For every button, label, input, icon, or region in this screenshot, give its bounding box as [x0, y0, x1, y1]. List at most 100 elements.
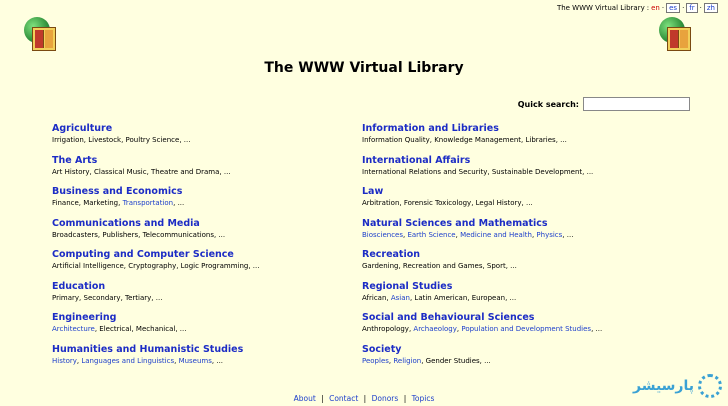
- subtopic-link[interactable]: Earth Science: [407, 231, 455, 239]
- watermark: پارسیشر: [633, 374, 722, 398]
- page-title: The WWW Virtual Library: [264, 60, 464, 76]
- category-business-and-economics: Business and Economics Finance, Marketing…: [52, 186, 352, 218]
- category-link-agriculture[interactable]: Agriculture: [52, 123, 352, 135]
- footer: About | Contact | Donors | Topics: [293, 394, 435, 403]
- category-link-natural-sciences-and-mathematics[interactable]: Natural Sciences and Mathematics: [362, 218, 662, 230]
- category-natural-sciences-and-mathematics: Natural Sciences and Mathematics Bioscien…: [362, 218, 662, 250]
- subtopic-link[interactable]: Biosciences: [362, 231, 403, 239]
- category-link-computing-and-computer-science[interactable]: Computing and Computer Science: [52, 249, 352, 261]
- subtopic-text: Gardening, Recreation and Games, Sport, …: [362, 262, 517, 270]
- category-subtopics: Architecture, Electrical, Mechanical, ..…: [52, 324, 352, 335]
- book-icon: [667, 27, 691, 51]
- site-name: The WWW Virtual Library: [556, 4, 645, 12]
- category-link-humanities-and-humanistic-studies[interactable]: Humanities and Humanistic Studies: [52, 344, 352, 356]
- subtopic-link[interactable]: Transportation: [123, 199, 174, 207]
- subtopic-text: Arbitration, Forensic Toxicology, Legal …: [362, 199, 533, 207]
- category-subtopics: Anthropology, Archaeology, Population an…: [362, 324, 662, 335]
- category-link-society[interactable]: Society: [362, 344, 662, 356]
- watermark-text: پارسیشر: [632, 378, 694, 394]
- subtopic-text: Finance, Marketing,: [52, 199, 123, 207]
- subtopic-text: , ...: [591, 325, 603, 333]
- subtopic-link[interactable]: Religion: [393, 357, 421, 365]
- subtopic-link[interactable]: History: [52, 357, 77, 365]
- category-subtopics: African, Asian, Latin American, European…: [362, 293, 662, 304]
- category-subtopics: Gardening, Recreation and Games, Sport, …: [362, 261, 662, 272]
- category-link-business-and-economics[interactable]: Business and Economics: [52, 186, 352, 198]
- subtopic-link[interactable]: Museums: [179, 357, 212, 365]
- category-subtopics: Information Quality, Knowledge Managemen…: [362, 135, 662, 146]
- subtopic-text: Irrigation, Livestock, Poultry Science, …: [52, 136, 191, 144]
- category-subtopics: Finance, Marketing, Transportation, ...: [52, 198, 352, 209]
- subtopic-link[interactable]: Asian: [391, 294, 410, 302]
- footer-topics-link[interactable]: Topics: [412, 394, 435, 403]
- category-education: Education Primary, Secondary, Tertiary, .…: [52, 281, 352, 313]
- subtopic-text: Information Quality, Knowledge Managemen…: [362, 136, 567, 144]
- category-regional-studies: Regional Studies African, Asian, Latin Am…: [362, 281, 662, 313]
- book-icon: [32, 27, 56, 51]
- category-subtopics: Primary, Secondary, Tertiary, ...: [52, 293, 352, 304]
- category-link-education[interactable]: Education: [52, 281, 352, 293]
- category-social-and-behavioural-sciences: Social and Behavioural Sciences Anthropol…: [362, 312, 662, 344]
- category-engineering: Engineering Architecture, Electrical, Mec…: [52, 312, 352, 344]
- category-humanities-and-humanistic-studies: Humanities and Humanistic Studies History…: [52, 344, 352, 376]
- subtopic-text: Art History, Classical Music, Theatre an…: [52, 167, 231, 176]
- subtopic-link[interactable]: Medicine and Health: [460, 231, 532, 239]
- quick-search-label: Quick search:: [517, 99, 579, 109]
- category-link-international-affairs[interactable]: International Affairs: [362, 155, 662, 167]
- category-information-and-libraries: Information and Libraries Information Qua…: [362, 123, 662, 155]
- subtopic-link[interactable]: Physics: [536, 231, 562, 239]
- category-link-engineering[interactable]: Engineering: [52, 312, 352, 324]
- language-zh-link[interactable]: zh: [703, 3, 718, 13]
- subtopic-text: African,: [362, 293, 391, 302]
- category-column-right: Information and Libraries Information Qua…: [362, 123, 662, 375]
- language-fr-link[interactable]: fr: [686, 3, 698, 13]
- category-link-the-arts[interactable]: The Arts: [52, 155, 352, 167]
- category-recreation: Recreation Gardening, Recreation and Game…: [362, 249, 662, 281]
- subtopic-text: , Gender Studies, ...: [421, 356, 491, 365]
- subtopic-text: Broadcasters, Publishers, Telecommunicat…: [52, 230, 226, 239]
- quick-search-input[interactable]: [583, 97, 690, 111]
- subtopic-text: Anthropology,: [362, 325, 414, 333]
- category-link-information-and-libraries[interactable]: Information and Libraries: [362, 123, 662, 135]
- subtopic-text: , ...: [211, 356, 224, 365]
- footer-donors-link[interactable]: Donors: [372, 394, 399, 403]
- subtopic-text: , ...: [173, 199, 185, 207]
- category-law: Law Arbitration, Forensic Toxicology, Leg…: [362, 186, 662, 218]
- category-link-recreation[interactable]: Recreation: [362, 249, 662, 261]
- category-agriculture: Agriculture Irrigation, Livestock, Poultr…: [52, 123, 352, 155]
- language-bar: The WWW Virtual Library : en · es · fr ·…: [557, 3, 718, 13]
- subtopic-link[interactable]: Languages and Linguistics: [81, 357, 174, 365]
- subtopic-link[interactable]: Archaeology: [413, 325, 457, 333]
- subtopic-text: , Latin American, European, ...: [409, 293, 517, 302]
- category-communications-and-media: Communications and Media Broadcasters, Pu…: [52, 218, 352, 250]
- site-name-suffix: :: [646, 4, 650, 12]
- subtopic-text: , Electrical, Mechanical, ...: [94, 325, 187, 333]
- subtopic-text: Primary, Secondary, Tertiary, ...: [52, 293, 163, 302]
- category-subtopics: Irrigation, Livestock, Poultry Science, …: [52, 135, 352, 146]
- subtopic-text: Artificial Intelligence, Cryptography, L…: [52, 262, 260, 270]
- subtopic-link[interactable]: Population and Development Studies: [461, 325, 591, 333]
- category-subtopics: Arbitration, Forensic Toxicology, Legal …: [362, 198, 662, 209]
- category-international-affairs: International Affairs International Relat…: [362, 155, 662, 187]
- subtopic-text: , ...: [562, 230, 574, 239]
- subtopic-link[interactable]: Peoples: [362, 357, 389, 365]
- footer-contact-link[interactable]: Contact: [329, 394, 358, 403]
- footer-about-link[interactable]: About: [294, 394, 316, 403]
- language-es-link[interactable]: es: [666, 3, 681, 13]
- category-subtopics: Artificial Intelligence, Cryptography, L…: [52, 261, 352, 272]
- vl-logo-left: [22, 17, 56, 51]
- watermark-flower-icon: [698, 374, 722, 398]
- category-subtopics: Biosciences, Earth Science, Medicine and…: [362, 230, 662, 241]
- category-computing-and-computer-science: Computing and Computer Science Artificial…: [52, 249, 352, 281]
- vl-logo-right: [657, 17, 691, 51]
- category-column-left: Agriculture Irrigation, Livestock, Poultr…: [52, 123, 352, 375]
- quick-search: Quick search:: [518, 97, 690, 111]
- current-language: en: [651, 4, 660, 12]
- category-subtopics: International Relations and Security, Su…: [362, 167, 662, 178]
- subtopic-link[interactable]: Architecture: [52, 325, 95, 333]
- category-link-law[interactable]: Law: [362, 186, 662, 198]
- category-link-communications-and-media[interactable]: Communications and Media: [52, 218, 352, 230]
- category-link-social-and-behavioural-sciences[interactable]: Social and Behavioural Sciences: [362, 312, 662, 324]
- category-subtopics: Art History, Classical Music, Theatre an…: [52, 167, 352, 178]
- category-link-regional-studies[interactable]: Regional Studies: [362, 281, 662, 293]
